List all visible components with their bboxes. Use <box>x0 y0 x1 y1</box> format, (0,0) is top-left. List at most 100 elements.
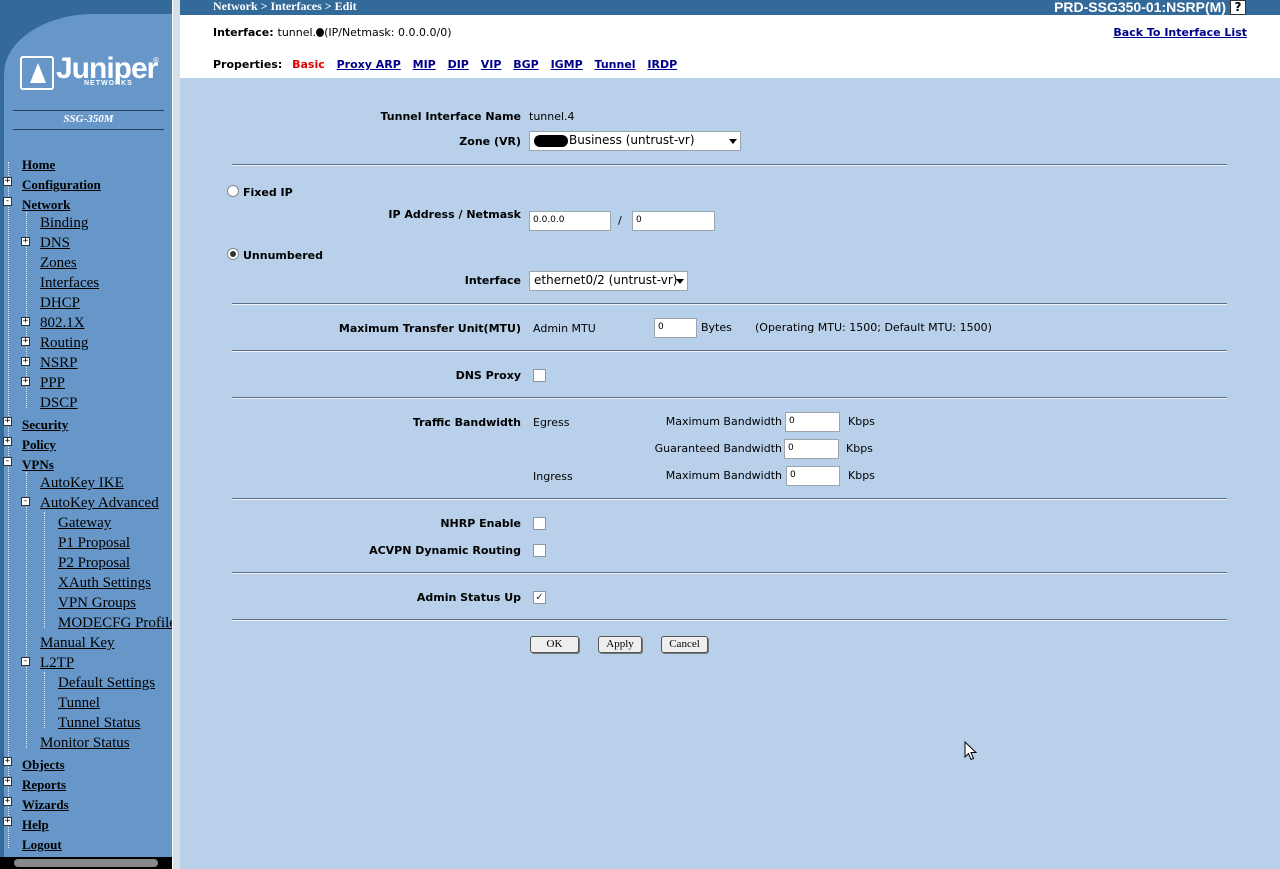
nav-nsrp[interactable]: NSRP <box>40 355 84 372</box>
admin-status-up-label: Admin Status Up <box>416 591 521 604</box>
nav-monitor-status[interactable]: Monitor Status <box>40 735 136 752</box>
egress-guaranteed-bandwidth-input[interactable]: 0 <box>784 439 839 459</box>
interface-header: Interface: tunnel. (IP/Netmask: 0.0.0.0/0… <box>180 15 1280 78</box>
nav-xauth-settings[interactable]: XAuth Settings <box>58 575 157 592</box>
tab-mip[interactable]: MIP <box>413 58 436 71</box>
tree-line <box>26 472 27 748</box>
expand-plus-icon[interactable]: + <box>3 437 12 446</box>
collapse-minus-icon[interactable]: - <box>3 457 12 466</box>
ok-button[interactable]: OK <box>530 636 579 653</box>
nav-dns[interactable]: DNS <box>40 235 76 252</box>
chevron-down-icon <box>676 279 684 284</box>
nav-p1-proposal[interactable]: P1 Proposal <box>58 535 136 552</box>
sidebar-horizontal-scrollbar[interactable] <box>0 857 180 869</box>
nav-routing[interactable]: Routing <box>40 335 94 352</box>
expand-plus-icon[interactable]: + <box>21 237 30 246</box>
nav-l2tp[interactable]: L2TP <box>40 655 80 672</box>
bytes-unit: Bytes <box>701 321 732 334</box>
nav-policy[interactable]: Policy <box>22 437 62 453</box>
expand-plus-icon[interactable]: + <box>3 757 12 766</box>
expand-plus-icon[interactable]: + <box>3 177 12 186</box>
nav-logout[interactable]: Logout <box>22 837 68 853</box>
fixed-ip-radio[interactable] <box>227 185 239 197</box>
interface-title-label: Interface: <box>213 26 274 39</box>
help-button[interactable]: ? <box>1230 0 1246 15</box>
nav-network[interactable]: Network <box>22 197 76 213</box>
expand-plus-icon[interactable]: + <box>21 317 30 326</box>
nav-interfaces[interactable]: Interfaces <box>40 275 105 292</box>
sidebar-divider <box>13 129 164 130</box>
collapse-minus-icon[interactable]: - <box>21 657 30 666</box>
cancel-button[interactable]: Cancel <box>661 636 708 653</box>
nav-tunnel-status[interactable]: Tunnel Status <box>58 715 146 732</box>
collapse-minus-icon[interactable]: - <box>21 497 30 506</box>
netmask-input[interactable]: 0 <box>632 211 715 231</box>
ip-address-input[interactable]: 0.0.0.0 <box>529 211 611 231</box>
expand-plus-icon[interactable]: + <box>3 417 12 426</box>
nav-manual-key[interactable]: Manual Key <box>40 635 121 652</box>
nav-p2-proposal[interactable]: P2 Proposal <box>58 555 136 572</box>
nav-8021x[interactable]: 802.1X <box>40 315 91 332</box>
nav-objects[interactable]: Objects <box>22 757 71 773</box>
nav-security[interactable]: Security <box>22 417 74 433</box>
nav-dscp[interactable]: DSCP <box>40 395 84 412</box>
nav-tunnel[interactable]: Tunnel <box>58 695 106 712</box>
fixed-ip-label: Fixed IP <box>243 186 293 199</box>
tab-bgp[interactable]: BGP <box>513 58 538 71</box>
collapse-minus-icon[interactable]: - <box>3 197 12 206</box>
nav-vpn-groups[interactable]: VPN Groups <box>58 595 142 612</box>
expand-plus-icon[interactable]: + <box>3 817 12 826</box>
admin-status-up-checkbox[interactable]: ✓ <box>533 591 546 604</box>
expand-plus-icon[interactable]: + <box>3 777 12 786</box>
expand-plus-icon[interactable]: + <box>21 377 30 386</box>
nav-gateway[interactable]: Gateway <box>58 515 117 532</box>
nav-wizards[interactable]: Wizards <box>22 797 75 813</box>
tab-igmp[interactable]: IGMP <box>551 58 583 71</box>
expand-plus-icon[interactable]: + <box>3 797 12 806</box>
nav-modecfg-profile[interactable]: MODECFG Profile <box>58 615 172 632</box>
tunnel-name-label: Tunnel Interface Name <box>380 110 522 123</box>
egress-guaranteed-bandwidth-label: Guaranteed Bandwidth <box>654 442 782 455</box>
nav-binding[interactable]: Binding <box>40 215 94 232</box>
nav-autokey-advanced[interactable]: AutoKey Advanced <box>40 495 165 512</box>
zone-label: Zone (VR) <box>459 135 521 148</box>
nav-dhcp[interactable]: DHCP <box>40 295 86 312</box>
tab-tunnel[interactable]: Tunnel <box>595 58 636 71</box>
traffic-bandwidth-label: Traffic Bandwidth <box>412 416 521 429</box>
ingress-max-bandwidth-input[interactable]: 0 <box>786 466 840 486</box>
unnumbered-label: Unnumbered <box>243 249 323 262</box>
tab-vip[interactable]: VIP <box>481 58 502 71</box>
tab-proxy-arp[interactable]: Proxy ARP <box>337 58 401 71</box>
expand-plus-icon[interactable]: + <box>21 337 30 346</box>
redacted-mark <box>534 134 568 147</box>
scrollbar-thumb[interactable] <box>14 859 158 867</box>
nav-configuration[interactable]: Configuration <box>22 177 107 193</box>
dns-proxy-checkbox[interactable] <box>533 369 546 382</box>
sidebar-splitter[interactable] <box>172 0 180 869</box>
nav-autokey-ike[interactable]: AutoKey IKE <box>40 475 130 492</box>
zone-select[interactable]: Business (untrust-vr) <box>529 131 741 151</box>
egress-max-bandwidth-input[interactable]: 0 <box>785 412 840 432</box>
admin-mtu-input[interactable]: 0 <box>654 318 697 338</box>
nav-home[interactable]: Home <box>22 157 61 173</box>
chevron-down-icon <box>729 139 737 144</box>
kbps-unit: Kbps <box>848 415 875 428</box>
expand-plus-icon[interactable]: + <box>21 357 30 366</box>
unnumbered-radio[interactable] <box>227 248 239 260</box>
tab-dip[interactable]: DIP <box>448 58 469 71</box>
nhrp-enable-checkbox[interactable] <box>533 517 546 530</box>
nav-zones[interactable]: Zones <box>40 255 83 272</box>
nav-default-settings[interactable]: Default Settings <box>58 675 161 692</box>
nav-vpns[interactable]: VPNs <box>22 457 60 473</box>
interface-select[interactable]: ethernet0/2 (untrust-vr) <box>529 271 688 291</box>
nav-reports[interactable]: Reports <box>22 777 72 793</box>
nav-ppp[interactable]: PPP <box>40 375 71 392</box>
apply-button[interactable]: Apply <box>598 636 642 653</box>
tab-basic[interactable]: Basic <box>292 58 325 71</box>
interface-title: Interface: tunnel. (IP/Netmask: 0.0.0.0/0… <box>213 26 452 39</box>
acvpn-dynamic-routing-checkbox[interactable] <box>533 544 546 557</box>
tab-irdp[interactable]: IRDP <box>647 58 677 71</box>
back-to-interface-list-link[interactable]: Back To Interface List <box>1113 26 1247 39</box>
juniper-logo-icon <box>20 56 54 90</box>
nav-help[interactable]: Help <box>22 817 55 833</box>
